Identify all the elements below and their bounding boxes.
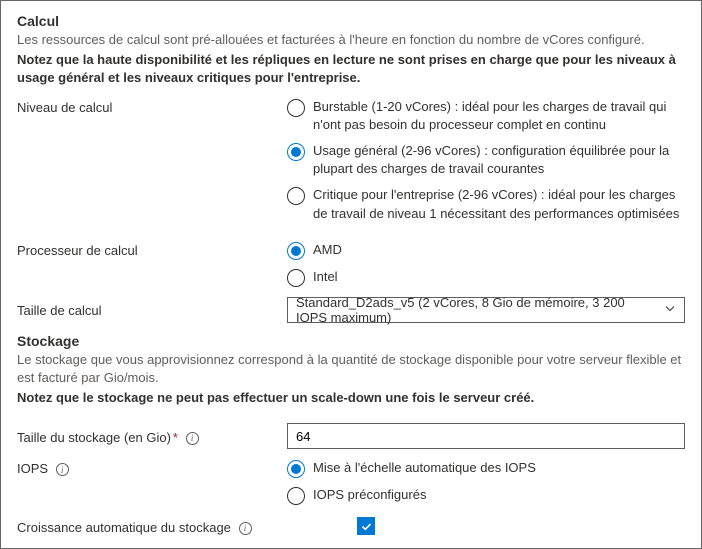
compute-size-select[interactable]: Standard_D2ads_v5 (2 vCores, 8 Gio de mé… [287, 297, 685, 323]
storage-desc: Le stockage que vous approvisionnez corr… [17, 351, 685, 387]
compute-size-value: Standard_D2ads_v5 (2 vCores, 8 Gio de mé… [296, 295, 656, 325]
radio-icon [287, 487, 305, 505]
processor-intel-radio[interactable]: Intel [287, 268, 685, 287]
compute-storage-panel: Calcul Les ressources de calcul sont pré… [0, 0, 702, 549]
tier-business-radio[interactable]: Critique pour l'entreprise (2-96 vCores)… [287, 186, 685, 222]
check-icon [360, 520, 373, 533]
iops-pre-radio[interactable]: IOPS préconfigurés [287, 486, 685, 505]
info-icon[interactable]: i [239, 522, 252, 535]
storage-heading: Stockage [17, 333, 685, 349]
compute-processor-row: Processeur de calcul AMD Intel [17, 241, 685, 287]
autogrow-label: Croissance automatique du stockage [17, 520, 231, 535]
iops-auto-label: Mise à l'échelle automatique des IOPS [313, 459, 536, 477]
info-icon[interactable]: i [186, 432, 199, 445]
tier-general-label: Usage général (2-96 vCores) : configurat… [313, 142, 685, 178]
processor-amd-radio[interactable]: AMD [287, 241, 685, 260]
radio-icon [287, 269, 305, 287]
iops-options: Mise à l'échelle automatique des IOPS IO… [287, 459, 685, 505]
iops-pre-label: IOPS préconfigurés [313, 486, 426, 504]
compute-tier-row: Niveau de calcul Burstable (1-20 vCores)… [17, 98, 685, 231]
compute-size-row: Taille de calcul Standard_D2ads_v5 (2 vC… [17, 297, 685, 323]
radio-icon [287, 99, 305, 117]
compute-desc: Les ressources de calcul sont pré-alloué… [17, 31, 685, 49]
autogrow-row: Croissance automatique du stockage i [17, 517, 685, 535]
chevron-down-icon [664, 302, 676, 317]
iops-row: IOPS i Mise à l'échelle automatique des … [17, 459, 685, 505]
autogrow-label-wrap: Croissance automatique du stockage i [17, 518, 357, 535]
storage-size-row: Taille du stockage (en Gio)* i [17, 423, 685, 449]
radio-icon [287, 187, 305, 205]
compute-heading: Calcul [17, 13, 685, 29]
compute-processor-options: AMD Intel [287, 241, 685, 287]
autogrow-checkbox[interactable] [357, 517, 375, 535]
compute-processor-label: Processeur de calcul [17, 241, 287, 258]
storage-size-input[interactable] [287, 423, 685, 449]
tier-burstable-label: Burstable (1-20 vCores) : idéal pour les… [313, 98, 685, 134]
tier-burstable-radio[interactable]: Burstable (1-20 vCores) : idéal pour les… [287, 98, 685, 134]
compute-size-label: Taille de calcul [17, 301, 287, 318]
compute-note: Notez que la haute disponibilité et les … [17, 51, 685, 87]
storage-size-label-wrap: Taille du stockage (en Gio)* i [17, 428, 287, 445]
tier-business-label: Critique pour l'entreprise (2-96 vCores)… [313, 186, 685, 222]
processor-intel-label: Intel [313, 268, 338, 286]
radio-icon [287, 143, 305, 161]
storage-size-label: Taille du stockage (en Gio) [17, 430, 171, 445]
radio-icon [287, 242, 305, 260]
radio-icon [287, 460, 305, 478]
iops-label: IOPS [17, 461, 48, 476]
storage-note: Notez que le stockage ne peut pas effect… [17, 389, 685, 407]
required-asterisk: * [173, 430, 178, 445]
tier-general-radio[interactable]: Usage général (2-96 vCores) : configurat… [287, 142, 685, 178]
compute-tier-label: Niveau de calcul [17, 98, 287, 115]
info-icon[interactable]: i [56, 463, 69, 476]
compute-tier-options: Burstable (1-20 vCores) : idéal pour les… [287, 98, 685, 231]
iops-label-wrap: IOPS i [17, 459, 287, 476]
processor-amd-label: AMD [313, 241, 342, 259]
iops-auto-radio[interactable]: Mise à l'échelle automatique des IOPS [287, 459, 685, 478]
